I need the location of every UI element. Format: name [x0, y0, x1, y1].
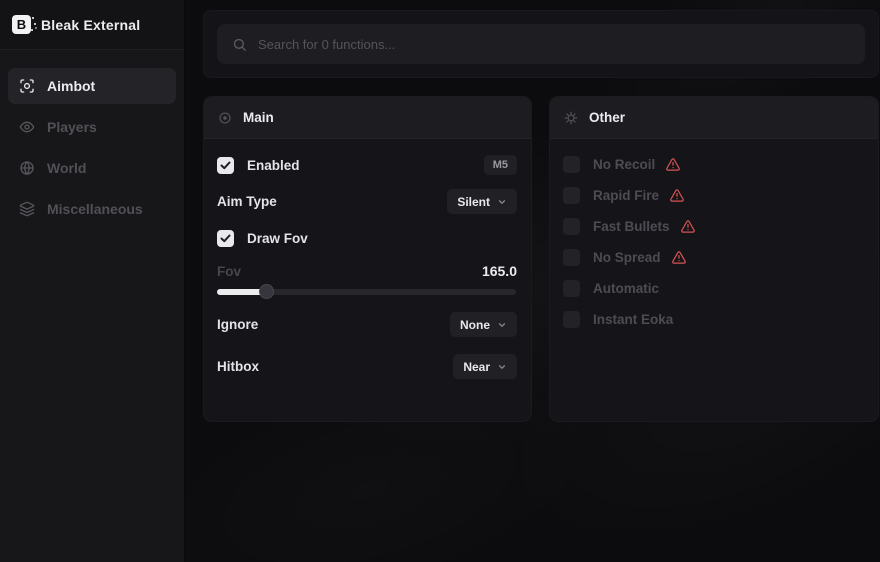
warning-triangle-icon [680, 219, 696, 234]
draw-fov-row: Draw Fov [217, 226, 517, 250]
globe-icon [19, 160, 35, 176]
aim-type-label: Aim Type [217, 194, 277, 209]
ignore-dropdown[interactable]: None [450, 312, 517, 337]
no-recoil-label: No Recoil [593, 157, 655, 172]
enabled-checkbox[interactable] [217, 157, 234, 174]
no-spread-label: No Spread [593, 250, 661, 265]
warning-triangle-icon [671, 250, 687, 265]
rapid-fire-label: Rapid Fire [593, 188, 659, 203]
sidebar-item-aimbot[interactable]: Aimbot [8, 68, 176, 104]
sidebar: B Bleak External Aimbot Players [0, 0, 185, 562]
other-panel-body: No Recoil Rapid Fire Fast Bull [550, 139, 878, 329]
no-spread-checkbox[interactable] [563, 249, 580, 266]
sidebar-header: B Bleak External [0, 0, 184, 50]
other-panel-title: Other [589, 110, 625, 125]
enabled-keybind-button[interactable]: M5 [484, 155, 517, 175]
other-panel: Other No Recoil Rapid Fire [549, 96, 879, 422]
automatic-label: Automatic [593, 281, 659, 296]
no-recoil-checkbox[interactable] [563, 156, 580, 173]
warning-triangle-icon [669, 188, 685, 203]
target-icon [218, 111, 232, 125]
crosshair-scan-icon [19, 78, 35, 94]
main-panel-title: Main [243, 110, 274, 125]
automatic-row: Automatic [563, 278, 864, 298]
search-input[interactable] [258, 37, 850, 52]
warning-triangle-icon [665, 157, 681, 172]
instant-eoka-label: Instant Eoka [593, 312, 673, 327]
sidebar-nav: Aimbot Players World [0, 50, 184, 227]
main-panel-header: Main [204, 97, 531, 139]
no-recoil-row: No Recoil [563, 154, 864, 174]
automatic-checkbox[interactable] [563, 280, 580, 297]
no-spread-row: No Spread [563, 247, 864, 267]
chevron-down-icon [497, 320, 507, 330]
main-panel: Main Enabled M5 Aim Type Silent [203, 96, 532, 422]
fov-slider-handle[interactable] [259, 284, 274, 299]
search-container [203, 10, 879, 78]
sidebar-item-players[interactable]: Players [8, 109, 176, 145]
hitbox-row: Hitbox Near [217, 354, 517, 379]
sidebar-item-label: Miscellaneous [47, 201, 143, 217]
fast-bullets-label: Fast Bullets [593, 219, 670, 234]
layers-icon [19, 201, 35, 217]
aim-type-value: Silent [457, 195, 490, 209]
fast-bullets-row: Fast Bullets [563, 216, 864, 236]
eye-icon [19, 119, 35, 135]
ignore-row: Ignore None [217, 312, 517, 337]
instant-eoka-checkbox[interactable] [563, 311, 580, 328]
main-content: Main Enabled M5 Aim Type Silent [186, 0, 880, 562]
gear-icon [564, 111, 578, 125]
chevron-down-icon [497, 362, 507, 372]
app-logo-icon: B [12, 15, 31, 34]
instant-eoka-row: Instant Eoka [563, 309, 864, 329]
hitbox-dropdown[interactable]: Near [453, 354, 517, 379]
draw-fov-label: Draw Fov [247, 231, 308, 246]
sidebar-item-miscellaneous[interactable]: Miscellaneous [8, 191, 176, 227]
search-box[interactable] [217, 24, 865, 64]
rapid-fire-row: Rapid Fire [563, 185, 864, 205]
aim-type-dropdown[interactable]: Silent [447, 189, 517, 214]
sidebar-item-label: World [47, 160, 86, 176]
sidebar-item-label: Players [47, 119, 97, 135]
ignore-value: None [460, 318, 490, 332]
aim-type-row: Aim Type Silent [217, 189, 517, 214]
enabled-row: Enabled M5 [217, 153, 517, 177]
fov-label: Fov [217, 264, 241, 279]
ignore-label: Ignore [217, 317, 258, 332]
hitbox-label: Hitbox [217, 359, 259, 374]
enabled-label: Enabled [247, 158, 300, 173]
app-title: Bleak External [41, 17, 140, 33]
fov-value: 165.0 [482, 263, 517, 279]
fov-slider[interactable] [217, 289, 516, 295]
search-icon [232, 37, 247, 52]
sidebar-item-world[interactable]: World [8, 150, 176, 186]
main-panel-body: Enabled M5 Aim Type Silent Draw Fov [204, 139, 531, 379]
hitbox-value: Near [463, 360, 490, 374]
fov-row: Fov 165.0 [217, 261, 517, 281]
fov-slider-row [217, 285, 517, 300]
draw-fov-checkbox[interactable] [217, 230, 234, 247]
fast-bullets-checkbox[interactable] [563, 218, 580, 235]
rapid-fire-checkbox[interactable] [563, 187, 580, 204]
chevron-down-icon [497, 197, 507, 207]
other-panel-header: Other [550, 97, 878, 139]
sidebar-item-label: Aimbot [47, 78, 95, 94]
